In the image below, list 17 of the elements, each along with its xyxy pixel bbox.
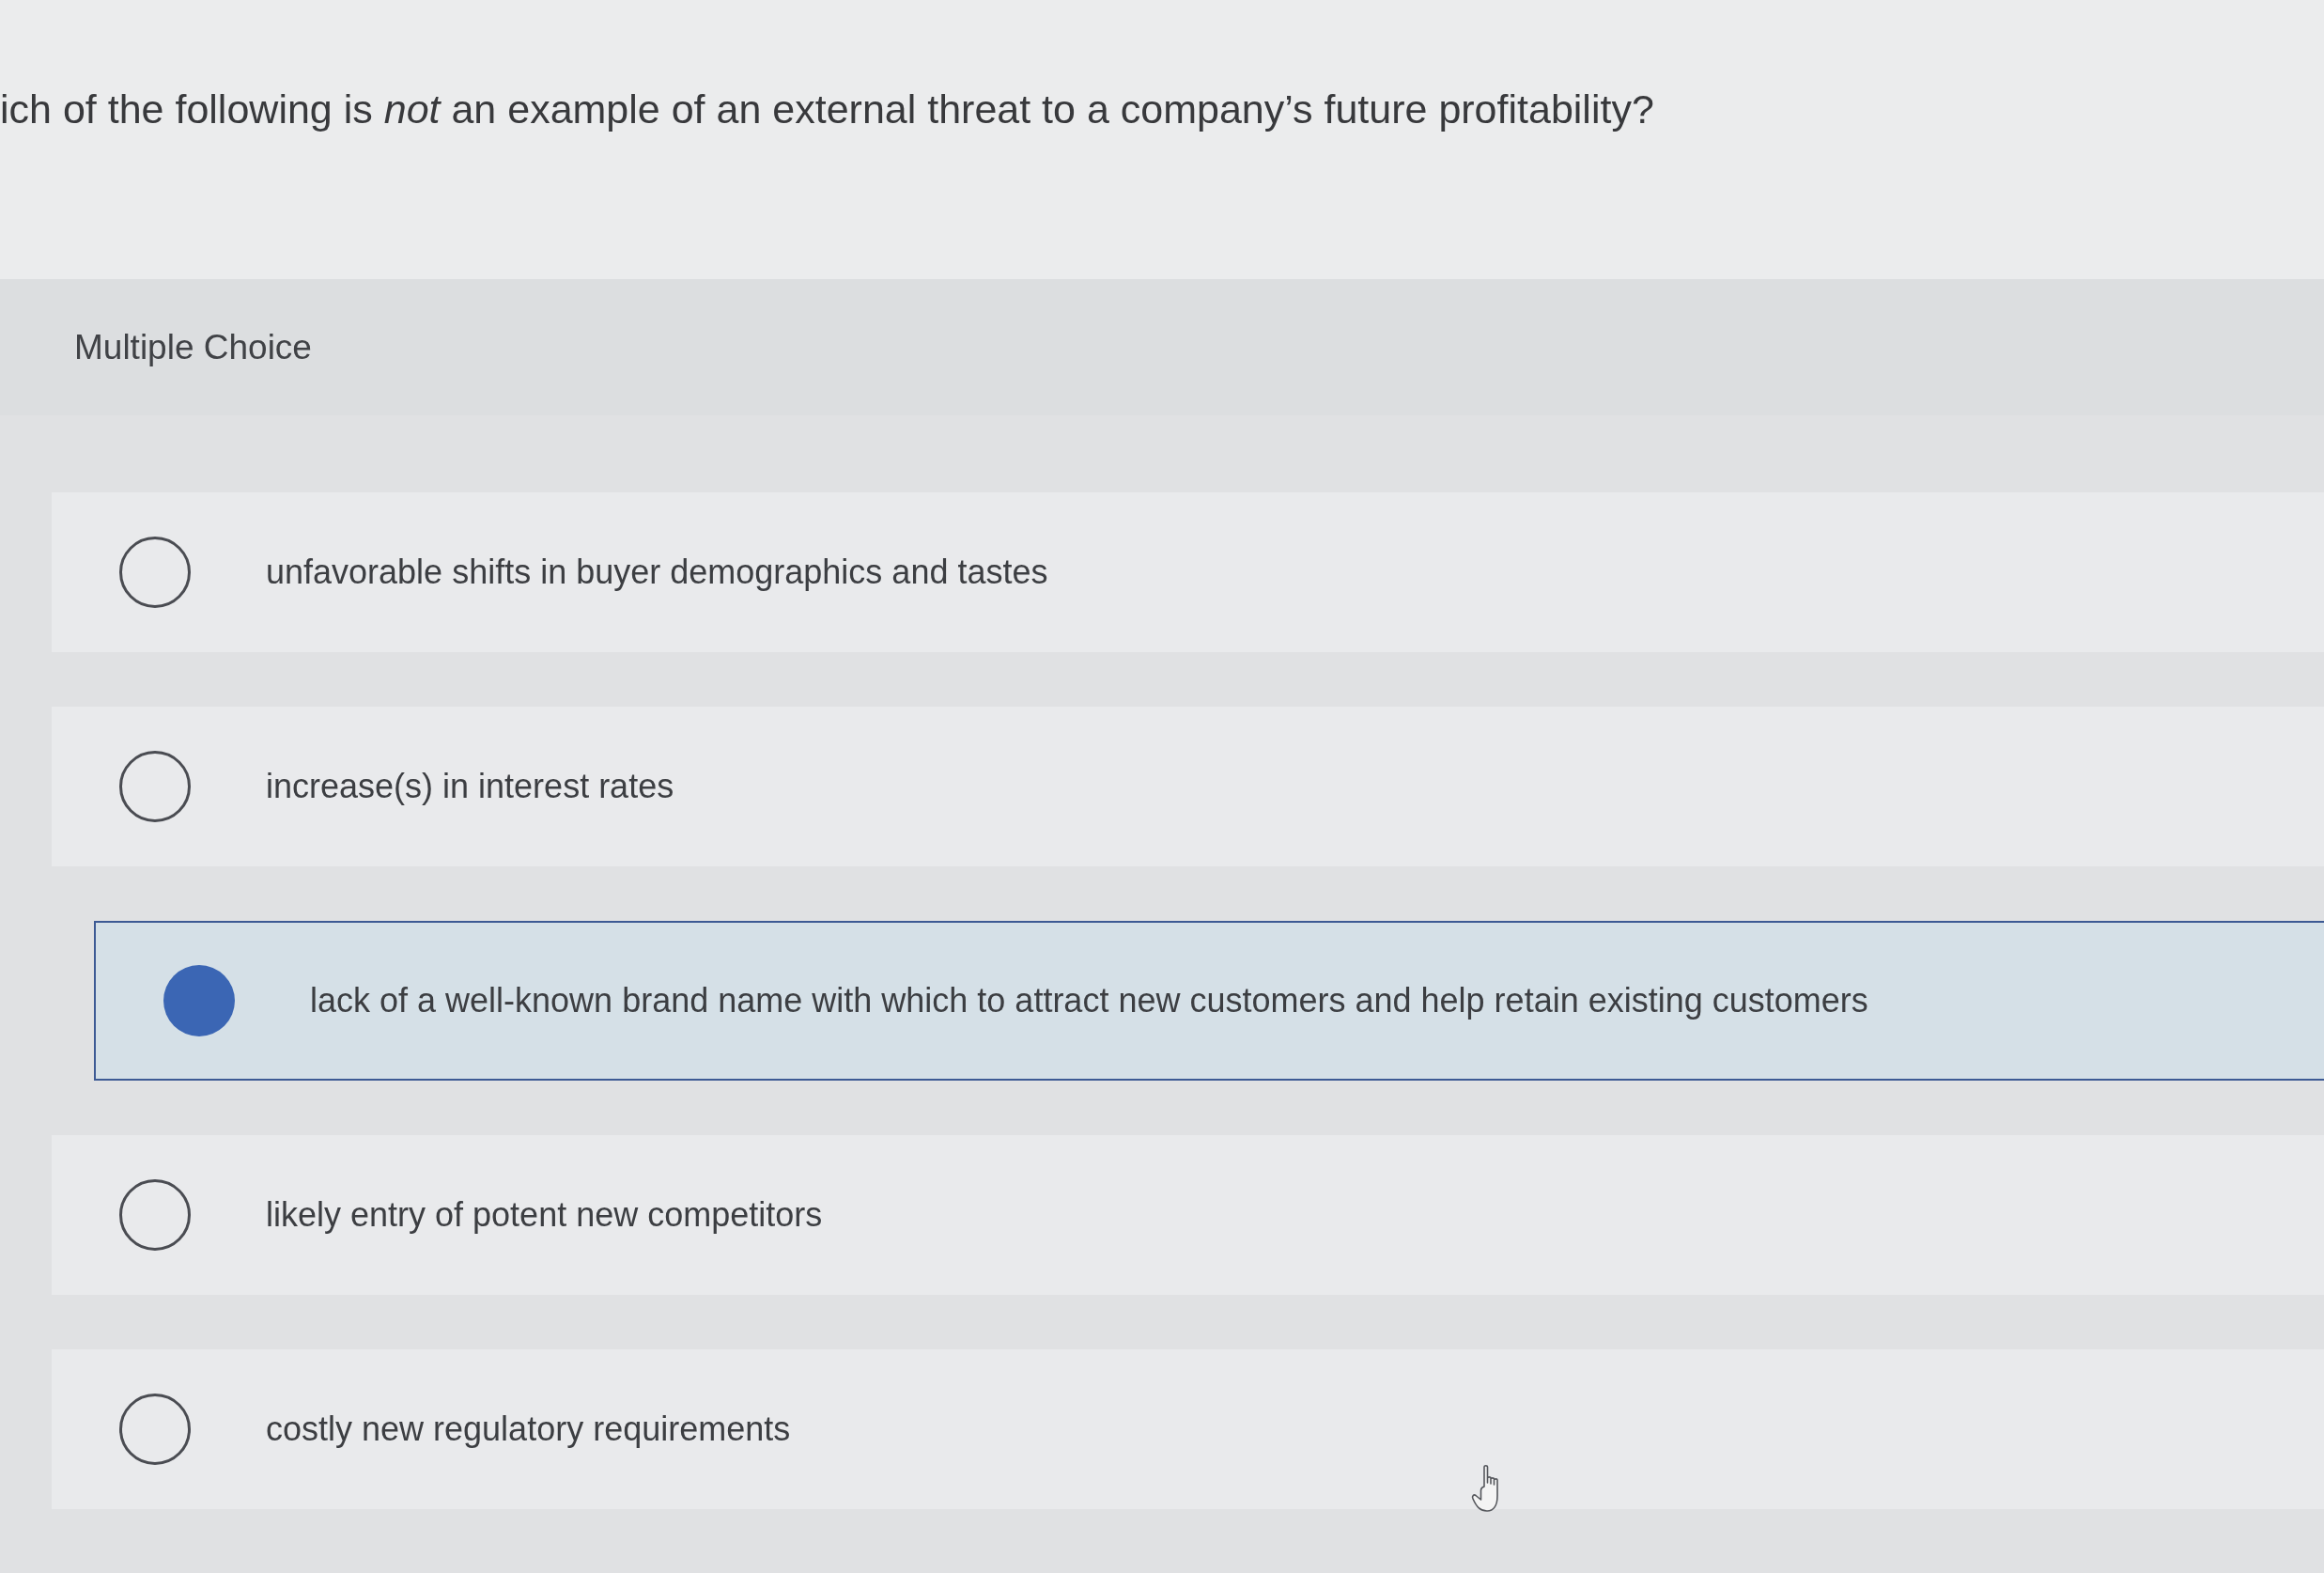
radio-button[interactable] [119, 751, 191, 822]
radio-button[interactable] [119, 1394, 191, 1465]
answer-option[interactable]: likely entry of potent new competitors [52, 1135, 2324, 1295]
option-text: lack of a well-known brand name with which to attract new customers and help retain existing customers [310, 981, 1868, 1020]
radio-button[interactable] [163, 965, 235, 1036]
answer-option[interactable]: unfavorable shifts in buyer demographics and tastes [52, 492, 2324, 652]
option-text: unfavorable shifts in buyer demographics and tastes [266, 553, 1048, 592]
radio-button[interactable] [119, 1179, 191, 1251]
answer-option[interactable]: lack of a well-known brand name with which to attract new customers and help retain existing customers [94, 921, 2324, 1081]
answer-option[interactable]: increase(s) in interest rates [52, 707, 2324, 866]
radio-button[interactable] [119, 537, 191, 608]
answer-option[interactable]: costly new regulatory requirements [52, 1349, 2324, 1509]
question-type-label: Multiple Choice [74, 327, 312, 367]
option-text: likely entry of potent new competitors [266, 1195, 823, 1235]
option-text: costly new regulatory requirements [266, 1409, 791, 1449]
question-text: ich of the following is not an example of an external threat to a company’s future profitability? [0, 86, 1654, 132]
option-text: increase(s) in interest rates [266, 767, 674, 806]
